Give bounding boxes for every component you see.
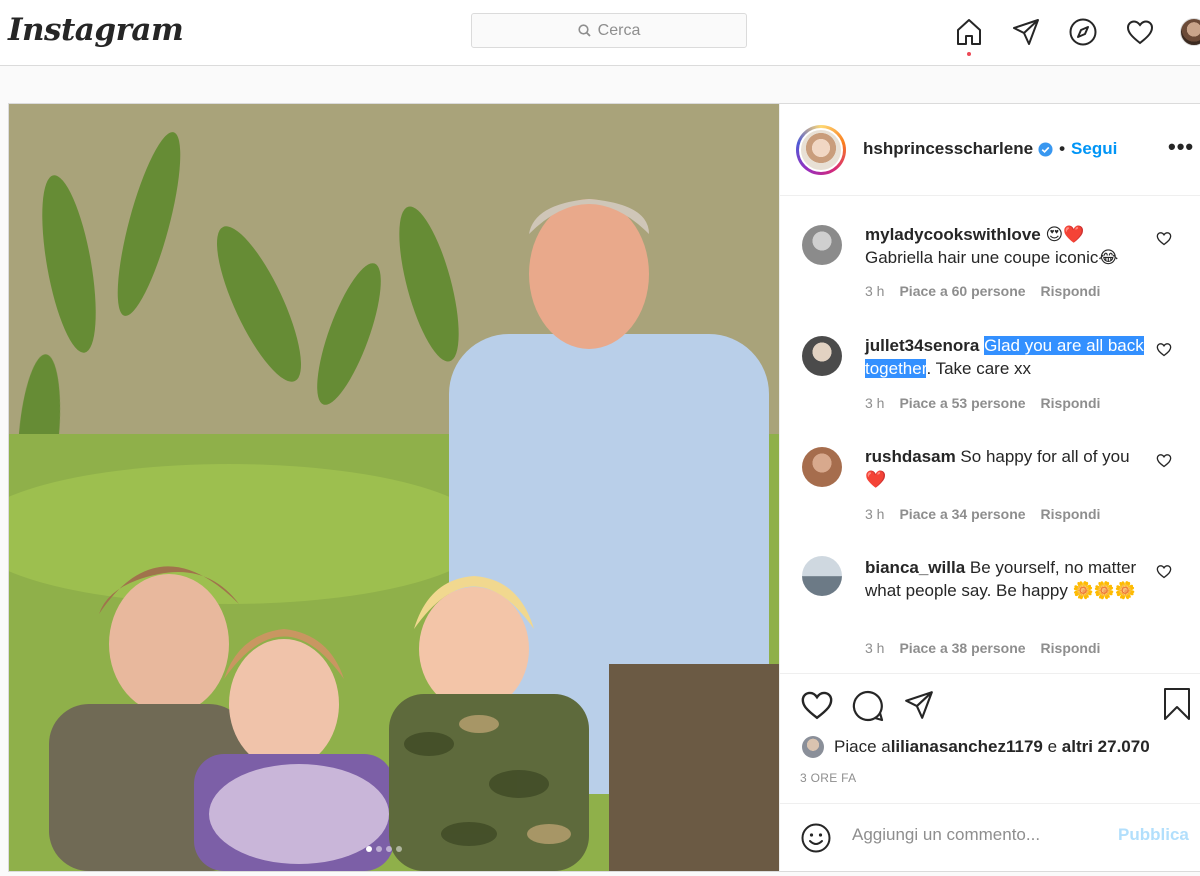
- emoji-icon[interactable]: [800, 822, 832, 854]
- liker-username[interactable]: lilianasanchez1179: [891, 737, 1043, 757]
- comment-time[interactable]: 3 h: [865, 283, 884, 299]
- like-icon[interactable]: [800, 689, 834, 728]
- carousel-dot[interactable]: [386, 846, 392, 852]
- likes-conjunction: e: [1042, 737, 1062, 756]
- comment-meta: 3 h Piace a 38 persone Rispondi: [865, 640, 1115, 656]
- comment-text: myladycookswithlove 😍❤️ Gabriella hair u…: [865, 223, 1145, 269]
- instagram-logo[interactable]: Instagram: [8, 12, 184, 48]
- notification-dot: [967, 52, 971, 56]
- reply-button[interactable]: Rispondi: [1041, 506, 1101, 522]
- comment-input[interactable]: Aggiungi un commento...: [852, 825, 1040, 845]
- comment-time[interactable]: 3 h: [865, 395, 884, 411]
- direct-icon[interactable]: [1007, 14, 1045, 50]
- photo-illustration: [9, 104, 779, 871]
- post-photo[interactable]: [9, 104, 779, 871]
- post-sidebar: hshprincesscharlene • Segui ••• myladyco…: [779, 104, 1200, 871]
- profile-avatar[interactable]: [1180, 18, 1200, 46]
- comment-username[interactable]: bianca_willa: [865, 558, 965, 577]
- carousel-dot[interactable]: [376, 846, 382, 852]
- carousel-indicators: [366, 846, 406, 852]
- comment-meta: 3 h Piace a 34 persone Rispondi: [865, 506, 1115, 522]
- comment-avatar[interactable]: [802, 225, 842, 265]
- likes-count[interactable]: altri 27.070: [1062, 737, 1150, 757]
- comment-body-end: . Take care xx: [926, 359, 1032, 378]
- more-options-icon[interactable]: •••: [1168, 134, 1194, 160]
- liker-avatar[interactable]: [802, 736, 824, 758]
- comment-username[interactable]: jullet34senora: [865, 336, 979, 355]
- comments-list: myladycookswithlove 😍❤️ Gabriella hair u…: [780, 197, 1200, 672]
- author-avatar[interactable]: [796, 125, 846, 175]
- comment-likes[interactable]: Piace a 34 persone: [899, 506, 1025, 522]
- search-placeholder: Cerca: [597, 21, 641, 39]
- comment-time[interactable]: 3 h: [865, 640, 884, 656]
- comment-avatar[interactable]: [802, 447, 842, 487]
- comment-time[interactable]: 3 h: [865, 506, 884, 522]
- carousel-dot[interactable]: [366, 846, 372, 852]
- comment-meta: 3 h Piace a 60 persone Rispondi: [865, 283, 1115, 299]
- reply-button[interactable]: Rispondi: [1041, 640, 1101, 656]
- search-icon: [578, 24, 591, 37]
- comment-text: jullet34senora Glad you are all back tog…: [865, 334, 1145, 380]
- add-comment-bar: Aggiungi un commento... Pubblica: [780, 803, 1200, 871]
- share-icon[interactable]: [902, 689, 936, 728]
- comment-avatar[interactable]: [802, 336, 842, 376]
- comment-like-icon[interactable]: [1156, 342, 1172, 357]
- comment-username[interactable]: myladycookswithlove: [865, 225, 1041, 244]
- search-input[interactable]: Cerca: [471, 13, 747, 48]
- separator-dot: •: [1059, 139, 1066, 158]
- comment-text: rushdasam So happy for all of you❤️: [865, 445, 1145, 491]
- bookmark-icon[interactable]: [1162, 687, 1192, 721]
- comment-like-icon[interactable]: [1156, 453, 1172, 468]
- comment-like-icon[interactable]: [1156, 231, 1172, 246]
- likes-summary: Piace a lilianasanchez1179 e altri 27.07…: [802, 736, 1150, 758]
- home-icon[interactable]: [950, 14, 988, 56]
- comment-meta: 3 h Piace a 53 persone Rispondi: [865, 395, 1115, 411]
- comment-likes[interactable]: Piace a 53 persone: [899, 395, 1025, 411]
- publish-button[interactable]: Pubblica: [1118, 825, 1189, 845]
- activity-heart-icon[interactable]: [1121, 14, 1159, 50]
- top-navbar: Instagram Cerca: [0, 0, 1200, 66]
- follow-button[interactable]: Segui: [1071, 139, 1117, 159]
- comment-likes[interactable]: Piace a 60 persone: [899, 283, 1025, 299]
- likes-prefix: Piace a: [834, 737, 891, 756]
- post-header: hshprincesscharlene • Segui •••: [780, 104, 1200, 196]
- post-timestamp[interactable]: 3 ORE FA: [800, 771, 856, 785]
- carousel-dot[interactable]: [396, 846, 402, 852]
- post-card: hshprincesscharlene • Segui ••• myladyco…: [8, 103, 1200, 872]
- comment-text: bianca_willa Be yourself, no matter what…: [865, 556, 1145, 602]
- comment-like-icon[interactable]: [1156, 564, 1172, 579]
- verified-badge-icon: [1038, 141, 1053, 157]
- comment-username[interactable]: rushdasam: [865, 447, 956, 466]
- comment-likes[interactable]: Piace a 38 persone: [899, 640, 1025, 656]
- comment-icon[interactable]: [851, 689, 885, 728]
- author-username[interactable]: hshprincesscharlene: [863, 139, 1033, 159]
- comment-avatar[interactable]: [802, 556, 842, 596]
- explore-icon[interactable]: [1064, 14, 1102, 50]
- reply-button[interactable]: Rispondi: [1041, 395, 1101, 411]
- reply-button[interactable]: Rispondi: [1041, 283, 1101, 299]
- post-actions: Piace a lilianasanchez1179 e altri 27.07…: [780, 673, 1200, 803]
